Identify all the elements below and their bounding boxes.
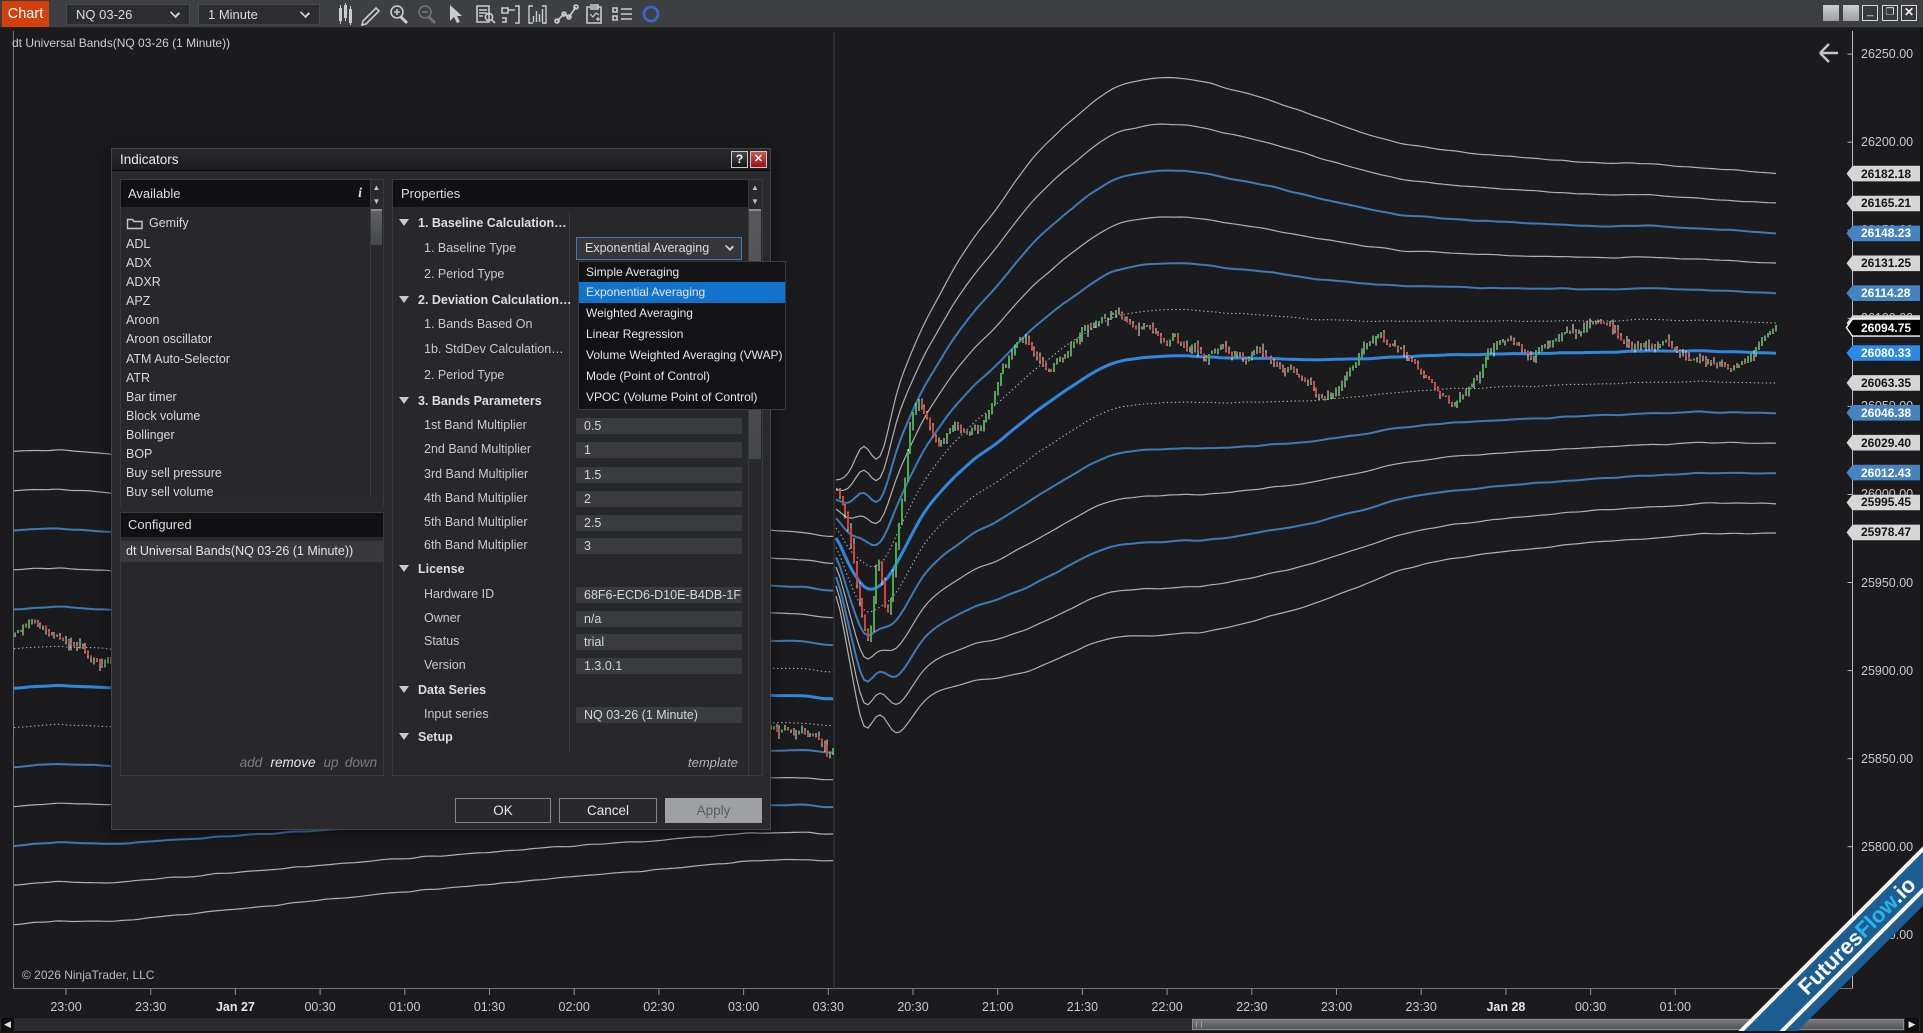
svg-text:© 2026 NinjaTrader, LLC: © 2026 NinjaTrader, LLC — [22, 968, 155, 982]
svg-text:26114.28: 26114.28 — [1861, 286, 1911, 300]
svg-text:23:30: 23:30 — [135, 1000, 166, 1014]
svg-text:dt Universal Bands(NQ 03-26 (1: dt Universal Bands(NQ 03-26 (1 Minute)) — [12, 36, 230, 50]
svg-text:23:00: 23:00 — [1321, 1000, 1352, 1014]
svg-text:23:00: 23:00 — [50, 1000, 81, 1014]
svg-text:25850.00: 25850.00 — [1861, 752, 1913, 766]
svg-text:20:30: 20:30 — [897, 1000, 928, 1014]
svg-text:25995.45: 25995.45 — [1861, 495, 1911, 509]
svg-text:26029.40: 26029.40 — [1861, 436, 1911, 450]
svg-text:01:30: 01:30 — [474, 1000, 505, 1014]
svg-text:Jan 28: Jan 28 — [1486, 1000, 1525, 1014]
svg-text:26200.00: 26200.00 — [1861, 135, 1913, 149]
svg-text:01:00: 01:00 — [389, 1000, 420, 1014]
svg-text:26012.43: 26012.43 — [1861, 466, 1911, 480]
svg-text:02:30: 02:30 — [643, 1000, 674, 1014]
svg-text:26148.23: 26148.23 — [1861, 226, 1911, 240]
svg-text:26131.25: 26131.25 — [1861, 256, 1911, 270]
svg-text:Jan 27: Jan 27 — [216, 1000, 255, 1014]
svg-text:21:30: 21:30 — [1067, 1000, 1098, 1014]
svg-text:26250.00: 26250.00 — [1861, 47, 1913, 61]
svg-text:25800.00: 25800.00 — [1861, 840, 1913, 854]
svg-text:26182.18: 26182.18 — [1861, 167, 1911, 181]
svg-text:25950.00: 25950.00 — [1861, 576, 1913, 590]
svg-text:01:00: 01:00 — [1660, 1000, 1691, 1014]
svg-text:26165.21: 26165.21 — [1861, 196, 1911, 210]
svg-text:26046.38: 26046.38 — [1861, 406, 1911, 420]
svg-text:25978.47: 25978.47 — [1861, 525, 1911, 539]
svg-text:26080.33: 26080.33 — [1861, 346, 1911, 360]
svg-text:00:30: 00:30 — [1575, 1000, 1606, 1014]
svg-text:22:00: 22:00 — [1151, 1000, 1182, 1014]
svg-text:03:00: 03:00 — [728, 1000, 759, 1014]
svg-text:02:00: 02:00 — [559, 1000, 590, 1014]
svg-text:03:30: 03:30 — [813, 1000, 844, 1014]
svg-text:00:30: 00:30 — [304, 1000, 335, 1014]
svg-text:22:30: 22:30 — [1236, 1000, 1267, 1014]
svg-text:21:00: 21:00 — [982, 1000, 1013, 1014]
svg-text:26063.35: 26063.35 — [1861, 376, 1911, 390]
svg-text:25900.00: 25900.00 — [1861, 664, 1913, 678]
svg-text:23:30: 23:30 — [1406, 1000, 1437, 1014]
svg-text:26094.75: 26094.75 — [1861, 321, 1911, 335]
